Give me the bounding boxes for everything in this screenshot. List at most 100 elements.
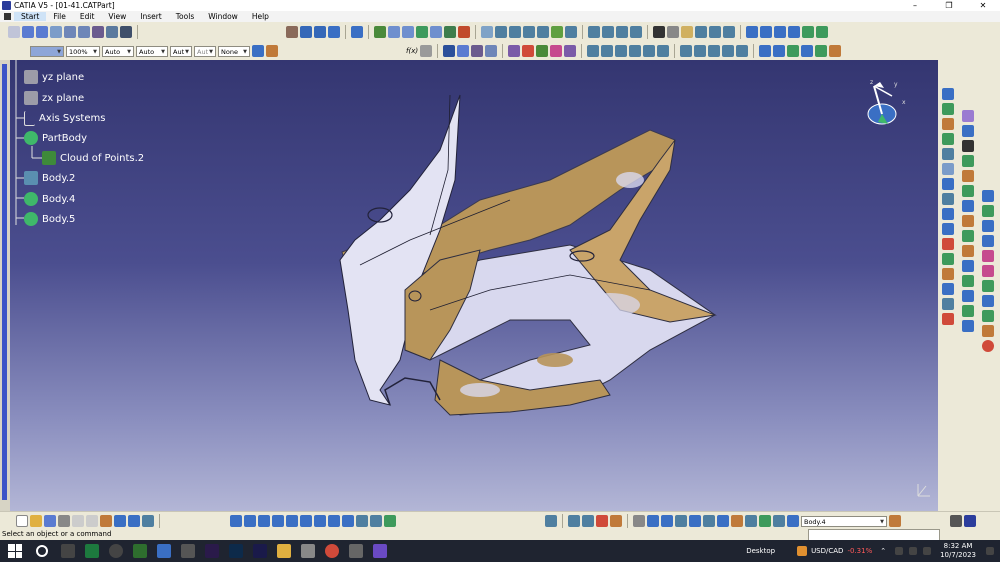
analysis-icon[interactable]	[388, 26, 400, 38]
menu-insert[interactable]: Insert	[133, 12, 169, 21]
menu-start[interactable]: Start	[14, 12, 47, 21]
after-effects-icon[interactable]	[253, 544, 267, 558]
connect-icon[interactable]	[629, 45, 642, 57]
copy-icon[interactable]	[86, 515, 98, 527]
spline-3d-icon[interactable]	[962, 155, 974, 167]
open-folder-icon[interactable]	[30, 515, 42, 527]
menu-window[interactable]: Window	[201, 12, 245, 21]
part-icon[interactable]	[759, 45, 772, 57]
photoshop-icon[interactable]	[229, 544, 243, 558]
chrome-icon[interactable]	[325, 544, 339, 558]
offset-icon[interactable]	[523, 26, 535, 38]
section-view-icon[interactable]	[717, 515, 729, 527]
render-combo[interactable]: None ▼	[218, 45, 250, 57]
transparency-icon[interactable]	[773, 515, 785, 527]
help-icon[interactable]	[328, 26, 340, 38]
view-iso-icon[interactable]	[760, 26, 772, 38]
section-icon[interactable]	[564, 45, 577, 57]
measure-icon[interactable]	[374, 26, 386, 38]
table-icon[interactable]	[443, 45, 456, 57]
law-icon[interactable]	[457, 45, 470, 57]
tree-item-body-4[interactable]: Body.4	[24, 192, 75, 206]
scan-icon[interactable]	[536, 45, 549, 57]
surface-fit-icon[interactable]	[962, 170, 974, 182]
linewidth-combo[interactable]: Auto ▼	[136, 45, 168, 57]
file-explorer-icon[interactable]	[277, 544, 291, 558]
search-icon[interactable]	[36, 545, 48, 557]
grid-snap-icon[interactable]	[982, 220, 994, 232]
mesh-creation-icon[interactable]	[942, 178, 954, 190]
tree-icon[interactable]	[300, 26, 312, 38]
mesh-icon[interactable]	[522, 45, 535, 57]
join-icon[interactable]	[444, 26, 456, 38]
rough-offset-icon[interactable]	[942, 208, 954, 220]
fit-all-icon[interactable]	[244, 515, 256, 527]
tree-item-zx-plane[interactable]: zx plane	[24, 91, 84, 105]
table-icon[interactable]	[675, 515, 687, 527]
digitize-icon[interactable]	[942, 88, 954, 100]
windows-start-icon[interactable]	[8, 544, 22, 558]
rule-icon[interactable]	[471, 45, 484, 57]
menu-tools[interactable]: Tools	[169, 12, 201, 21]
view-catalog-icon[interactable]	[703, 515, 715, 527]
std-icon[interactable]	[351, 26, 363, 38]
fillet-icon[interactable]	[680, 45, 693, 57]
filter-icon[interactable]	[942, 118, 954, 130]
fly-icon[interactable]	[50, 26, 62, 38]
grid-icon[interactable]	[402, 26, 414, 38]
layer-combo[interactable]: Aut ▼	[170, 45, 192, 57]
scale-icon[interactable]	[630, 26, 642, 38]
linetype-combo[interactable]: Auto ▼	[102, 45, 134, 57]
minimize-icon[interactable]: –	[898, 0, 932, 11]
split-icon[interactable]	[565, 26, 577, 38]
mapping-icon[interactable]	[982, 265, 994, 277]
lock-icon[interactable]	[610, 515, 622, 527]
assemble-icon[interactable]	[801, 45, 814, 57]
save-icon[interactable]	[44, 515, 56, 527]
ticker-symbol[interactable]: USD/CAD	[811, 547, 843, 555]
power-fit-icon[interactable]	[962, 185, 974, 197]
tree-item-cloud-of-points[interactable]: Cloud of Points.2	[42, 151, 144, 165]
calculator-icon[interactable]	[181, 544, 195, 558]
trim-mesh-icon[interactable]	[942, 313, 954, 325]
painter-icon[interactable]	[252, 45, 264, 57]
point-icon[interactable]	[653, 26, 665, 38]
grid-icon[interactable]	[568, 515, 580, 527]
rotate-icon[interactable]	[602, 26, 614, 38]
add-icon[interactable]	[815, 45, 828, 57]
menu-edit[interactable]: Edit	[73, 12, 102, 21]
axis-icon[interactable]	[661, 515, 673, 527]
whats-this-icon[interactable]	[142, 515, 154, 527]
point-combo[interactable]: Aut ▼	[194, 45, 216, 57]
3d-viewport[interactable]: yz plane zx plane Axis Systems PartBody …	[10, 60, 938, 511]
camera-icon[interactable]	[633, 515, 645, 527]
tree-item-body-2[interactable]: Body.2	[24, 171, 75, 185]
align-best-fit-icon[interactable]	[982, 280, 994, 292]
media-player-icon[interactable]	[109, 544, 123, 558]
scrollbar-thumb[interactable]	[2, 64, 7, 500]
pan-icon[interactable]	[78, 26, 90, 38]
basic-surface-icon[interactable]	[962, 200, 974, 212]
catia-taskbar-icon[interactable]	[373, 544, 387, 558]
parallel-icon[interactable]	[615, 45, 628, 57]
deviation-icon[interactable]	[962, 215, 974, 227]
tolerance-icon[interactable]	[962, 320, 974, 332]
cutting-icon[interactable]	[962, 290, 974, 302]
circle-icon[interactable]	[709, 26, 721, 38]
menu-help[interactable]: Help	[245, 12, 276, 21]
maximize-icon[interactable]: ❐	[932, 0, 966, 11]
notification-icon[interactable]	[986, 547, 994, 555]
symmetry-icon[interactable]	[616, 26, 628, 38]
swap-icon[interactable]	[802, 26, 814, 38]
network-icon[interactable]	[895, 547, 904, 555]
tray-arrow-icon[interactable]: ⌃	[880, 547, 886, 555]
tree-item-body-5[interactable]: Body.5	[24, 212, 75, 226]
tree-item-axis-systems[interactable]: Axis Systems	[24, 111, 105, 126]
hide-icon[interactable]	[788, 26, 800, 38]
select-body-icon[interactable]	[787, 515, 799, 527]
boundary-icon[interactable]	[643, 45, 656, 57]
swap-space-icon[interactable]	[384, 515, 396, 527]
merge-icon[interactable]	[942, 148, 954, 160]
snap-icon[interactable]	[982, 190, 994, 202]
new-file-icon[interactable]	[16, 515, 28, 527]
